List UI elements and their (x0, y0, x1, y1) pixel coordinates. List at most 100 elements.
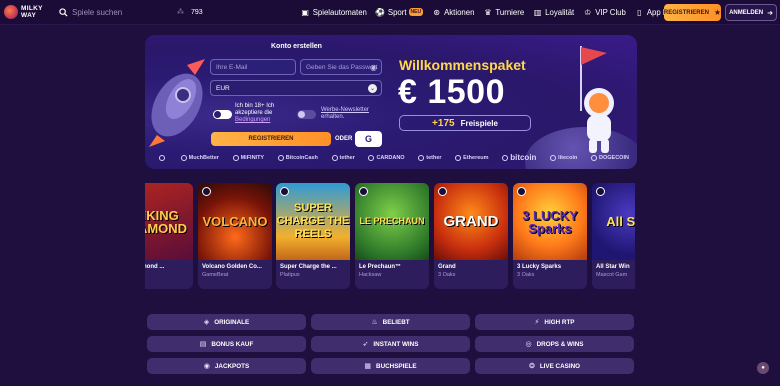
game-provider: Hacksaw (359, 272, 382, 278)
chip-icon: ❂ (528, 363, 535, 370)
games-carousel: RIKING DIAMOND ng Diamond ... VOLCANO Vo… (145, 183, 635, 290)
category-live-casino-button[interactable]: ❂ LIVE CASINO (475, 358, 634, 374)
soccer-ball-icon: ⚽ (375, 7, 386, 17)
game-thumbnail: SUPER CHARGE THE REELS (276, 183, 350, 260)
chat-support-button[interactable]: ● (757, 362, 769, 374)
rocket-illustration (149, 59, 205, 147)
provider-badge (202, 187, 211, 196)
category-high-rtp-button[interactable]: ⚡ HIGH RTP (475, 314, 634, 330)
provider-badge (438, 187, 447, 196)
game-title: 3 Lucky Sparks (517, 264, 562, 270)
provider-badge (280, 187, 289, 196)
cart-icon: ▤ (199, 341, 207, 348)
game-title: ng Diamond ... (145, 264, 165, 270)
payment-logo: MuchBetter (180, 154, 219, 161)
category-originals-button[interactable]: ◈ ORIGINALE (147, 314, 306, 330)
game-thumbnail: GRAND (434, 183, 508, 260)
register-button[interactable]: REGISTRIEREN ★ (664, 4, 721, 21)
signup-submit-button[interactable]: REGISTRIEREN (211, 132, 331, 146)
google-icon: G (364, 134, 372, 144)
login-arrow-icon: ➜ (767, 9, 773, 17)
coin-icon: ◎ (525, 341, 532, 348)
nav-loyalty[interactable]: ▥ Loyalität (533, 8, 574, 17)
provider-badge (596, 187, 605, 196)
terms-label: Ich bin 18+ Ich akzeptiere die Bedingung… (235, 103, 275, 123)
password-field[interactable]: Geben Sie das Passwort ◉ (300, 59, 382, 75)
game-thumbnail: LE PRECHAUN (355, 183, 429, 260)
game-title: Super Charge the ... (280, 264, 337, 270)
phone-icon: ▯ (637, 7, 642, 17)
online-count: 793 (191, 8, 203, 16)
game-card[interactable]: VOLCANO Volcano Golden Co... GameBeat (198, 183, 272, 289)
astronaut-illustration (580, 46, 614, 153)
freespins-badge: +175 Freispiele (399, 115, 531, 131)
login-button[interactable]: ANMELDEN ➜ (725, 4, 777, 21)
or-separator: ODER (335, 136, 353, 142)
nav-tournaments[interactable]: ♛ Turniere (483, 8, 524, 17)
category-instant-wins-button[interactable]: ➶ INSTANT WINS (311, 336, 470, 352)
nav-promotions[interactable]: ⊛ Aktionen (432, 8, 474, 17)
game-card[interactable]: LE PRECHAUN Le Prechaun™ Hacksaw (355, 183, 429, 289)
eye-icon[interactable]: ◉ (370, 63, 377, 72)
top-navigation: MILKY WAY Spiele suchen ⁂ 793 ▣ Spielautom… (0, 0, 780, 25)
game-title: Volcano Golden Co... (202, 264, 262, 270)
game-title: Grand (438, 264, 456, 270)
nav-slots[interactable]: ▣ Spielautomaten (301, 7, 366, 17)
signup-title: Konto erstellen (271, 43, 322, 50)
nav-vip[interactable]: ♔ VIP Club (583, 8, 626, 17)
payment-logo: MiFINITY (232, 154, 264, 161)
bolt-icon: ⚡ (534, 319, 540, 326)
slot-machine-icon: ▣ (301, 7, 309, 17)
newsletter-toggle[interactable] (297, 110, 316, 119)
game-thumbnail: RIKING DIAMOND (145, 183, 193, 260)
new-badge: NEU (408, 8, 424, 16)
main-nav: ▣ Spielautomaten ⚽ Sport NEU ⊛ Aktionen ♛ Tur… (301, 8, 691, 17)
search-input[interactable]: Spiele suchen (59, 8, 169, 17)
chevron-down-icon: ⌄ (368, 84, 377, 93)
payment-logo: BitcoinCash (277, 154, 318, 161)
category-jackpots-button[interactable]: ◉ JACKPOTS (147, 358, 306, 374)
google-signin-button[interactable]: G (355, 131, 382, 147)
payment-methods: MuchBetter MiFINITY BitcoinCash tether C… (159, 153, 637, 162)
email-field[interactable]: Ihre E-Mail (210, 59, 296, 75)
rocket-icon: ➶ (362, 341, 369, 348)
category-bonus-buy-button[interactable]: ▤ BONUS KAUF (147, 336, 306, 352)
game-title: Le Prechaun™ (359, 264, 402, 270)
provider-badge (517, 187, 526, 196)
currency-select[interactable]: EUR ⌄ (210, 80, 382, 96)
payment-logo: tether (331, 154, 355, 161)
chart-icon: ▥ (533, 7, 542, 17)
category-book-games-button[interactable]: ▦ BUCHSPIELE (311, 358, 470, 374)
game-card[interactable]: SUPER CHARGE THE REELS Super Charge the … (276, 183, 350, 289)
terms-link[interactable]: Bedingungen (235, 117, 270, 123)
payment-logo: CARDANO (368, 154, 405, 161)
game-title: All Star Win (596, 264, 630, 270)
category-drops-wins-button[interactable]: ◎ DROPS & WINS (475, 336, 634, 352)
game-card[interactable]: GRAND Grand 3 Oaks (434, 183, 508, 289)
game-card[interactable]: All Star All Star Win Mascot Gam (592, 183, 635, 289)
payment-logo (159, 154, 167, 161)
category-popular-button[interactable]: ♨ BELIEBT (311, 314, 470, 330)
payment-logo: tether (418, 154, 442, 161)
nav-sport[interactable]: ⚽ Sport NEU (375, 7, 424, 17)
newsletter-link[interactable]: Werbe-Newsletter (321, 107, 369, 113)
game-card[interactable]: RIKING DIAMOND ng Diamond ... (145, 183, 193, 289)
game-provider: Mascot Gam (596, 272, 628, 278)
logo[interactable]: MILKY WAY (4, 5, 52, 19)
terms-toggle[interactable] (213, 110, 232, 119)
game-card[interactable]: 3 LUCKY Sparks 3 Lucky Sparks 3 Oaks (513, 183, 587, 289)
chat-icon: ● (761, 365, 765, 371)
book-icon: ▦ (364, 363, 372, 370)
logo-icon (4, 5, 18, 19)
game-thumbnail: VOLCANO (198, 183, 272, 260)
promo-title: Willkommenspaket (399, 57, 526, 73)
game-provider: 3 Oaks (517, 272, 535, 278)
payment-logo: litecoin (550, 154, 577, 161)
logo-text: MILKY WAY (21, 5, 43, 19)
players-icon: ⁂ (177, 9, 184, 16)
gift-icon: ⊛ (433, 7, 440, 17)
payment-logo: DOGECOIN (591, 154, 629, 161)
eye-icon: ◉ (203, 363, 210, 370)
game-provider: GameBeat (202, 272, 229, 278)
welcome-banner: Konto erstellen Ihre E-Mail Geben Sie da… (145, 35, 637, 169)
